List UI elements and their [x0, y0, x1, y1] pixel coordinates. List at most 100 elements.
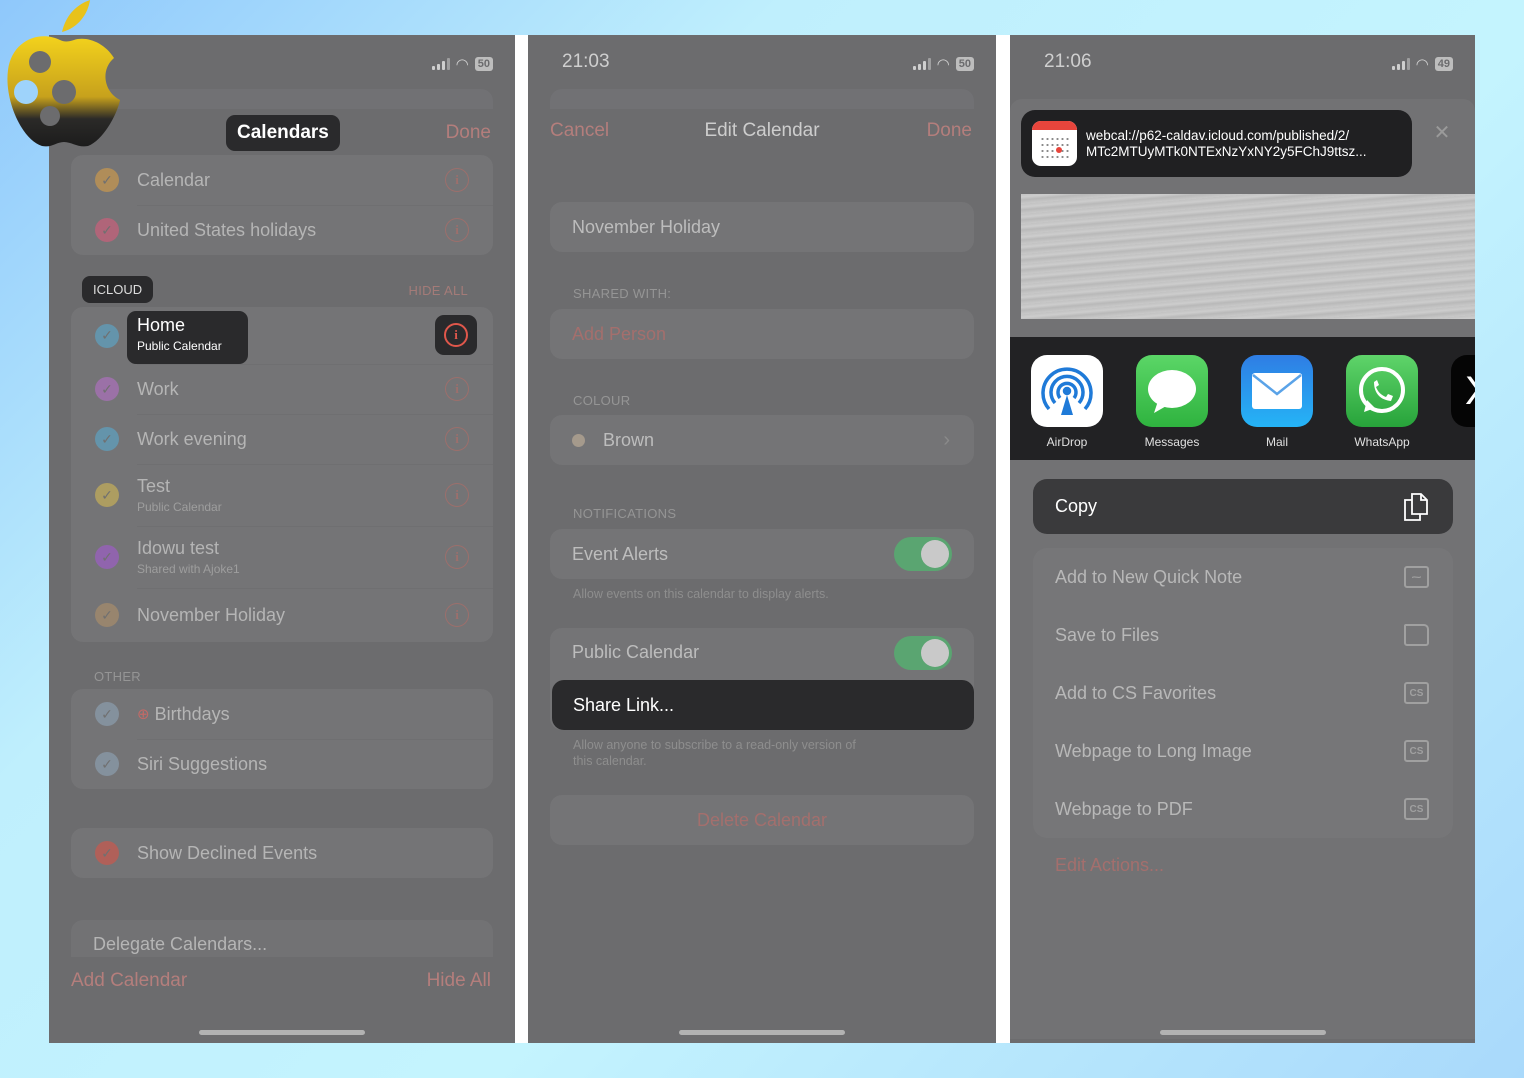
cellular-signal-icon: [912, 58, 931, 70]
icloud-section-header: ICLOUD: [82, 276, 154, 303]
checkmark-icon[interactable]: ✓: [95, 377, 119, 401]
wifi-icon: ◠: [455, 56, 469, 73]
calendars-screen: :03 ◠ 50 Calendars Done ✓ Calendar i ✓ U…: [49, 35, 515, 1043]
share-app-mail[interactable]: Mail: [1241, 355, 1313, 449]
add-calendar-button[interactable]: Add Calendar: [71, 970, 187, 992]
share-link-button[interactable]: Share Link...: [552, 680, 974, 730]
quick-note-icon: ⁓: [1404, 566, 1429, 588]
hint-line: Allow anyone to subscribe to a read-only…: [573, 738, 856, 752]
colour-header: COLOUR: [573, 393, 631, 408]
colour-swatch: [572, 433, 585, 447]
declined-events-group: ✓ Show Declined Events: [71, 828, 493, 878]
calendar-label: Idowu test: [137, 538, 220, 558]
home-indicator: [199, 1030, 365, 1035]
chevron-right-icon: ›: [943, 428, 950, 451]
battery-icon: 50: [955, 57, 974, 71]
shared-url-card: webcal://p62-caldav.icloud.com/published…: [1021, 110, 1412, 177]
sheet-backdrop: [550, 89, 974, 109]
share-sheet-screen: 21:06 ◠ 49 webcal://p62-caldav.icloud.co…: [1010, 35, 1475, 1043]
colour-row[interactable]: Brown ›: [550, 415, 974, 465]
checkmark-icon[interactable]: ✓: [95, 702, 119, 726]
calendar-label: Test: [137, 476, 171, 496]
checkmark-icon[interactable]: ✓: [95, 218, 119, 242]
checkmark-icon[interactable]: ✓: [95, 483, 119, 507]
action-label: Save to Files: [1055, 624, 1160, 645]
action-label: Webpage to PDF: [1055, 798, 1193, 819]
action-label: Add to New Quick Note: [1055, 566, 1243, 587]
add-person-button[interactable]: Add Person: [550, 309, 974, 359]
whatsapp-icon: [1346, 355, 1418, 427]
edit-calendar-screen: 21:03 ◠ 50 Cancel Edit Calendar Done Nov…: [528, 35, 996, 1043]
home-indicator: [679, 1030, 845, 1035]
home-calendar-highlight[interactable]: Home Public Calendar: [127, 311, 248, 364]
share-app-airdrop[interactable]: AirDrop: [1031, 355, 1103, 449]
colour-value: Brown: [603, 429, 655, 450]
hide-all-button[interactable]: Hide All: [427, 970, 491, 992]
calendar-name-input[interactable]: November Holiday: [550, 202, 974, 252]
status-time: 21:03: [562, 51, 610, 72]
hint-line: this calendar.: [573, 754, 647, 768]
checkmark-icon[interactable]: ✓: [95, 841, 119, 865]
show-declined-events-row[interactable]: ✓ Show Declined Events: [71, 828, 493, 878]
home-indicator: [1159, 1030, 1326, 1035]
delete-calendar-button[interactable]: Delete Calendar: [550, 795, 974, 845]
calendar-row[interactable]: ✓ Calendar i: [71, 155, 493, 205]
public-calendar-label: Public Calendar: [572, 642, 700, 662]
notifications-header: NOTIFICATIONS: [573, 506, 677, 521]
battery-icon: 49: [1434, 57, 1453, 71]
checkmark-icon[interactable]: ✓: [95, 603, 119, 627]
calendar-row[interactable]: ✓ United States holidays i: [71, 205, 493, 255]
checkmark-icon[interactable]: ✓: [95, 752, 119, 776]
top-calendars-group: ✓ Calendar i ✓ United States holidays i: [71, 155, 493, 255]
checkmark-icon[interactable]: ✓: [95, 323, 119, 348]
home-info-button[interactable]: i: [435, 315, 477, 355]
checkmark-icon[interactable]: ✓: [95, 545, 119, 569]
action-row[interactable]: Webpage to Long Image CS: [1033, 722, 1453, 780]
share-apps-row: AirDrop Messages Mail WhatsApp X: [1010, 337, 1475, 460]
cellular-signal-icon: [431, 58, 450, 70]
info-icon[interactable]: i: [445, 218, 469, 242]
delegate-calendars-button[interactable]: Delegate Calendars...: [71, 920, 493, 955]
close-button[interactable]: ✕: [1426, 116, 1458, 148]
calendar-row[interactable]: ✓ Work i: [71, 364, 493, 414]
event-alerts-label: Event Alerts: [572, 543, 669, 564]
event-alerts-toggle[interactable]: [894, 537, 952, 571]
action-row[interactable]: Save to Files: [1033, 606, 1453, 664]
info-icon[interactable]: i: [445, 483, 469, 507]
checkmark-icon[interactable]: ✓: [95, 168, 119, 192]
checkmark-icon[interactable]: ✓: [95, 427, 119, 451]
copy-button[interactable]: Copy: [1033, 479, 1453, 534]
calendar-sublabel: Shared with Ajoke1: [137, 562, 240, 576]
info-icon[interactable]: i: [445, 168, 469, 192]
app-label: AirDrop: [1046, 435, 1088, 449]
done-button[interactable]: Done: [446, 122, 491, 144]
actions-list: Add to New Quick Note ⁓ Save to Files Add…: [1033, 548, 1453, 838]
calendar-row[interactable]: ✓ Work evening i: [71, 414, 493, 464]
calendar-row[interactable]: ✓ November Holiday i: [71, 588, 493, 642]
info-icon[interactable]: i: [445, 545, 469, 569]
cs-icon: CS: [1404, 740, 1429, 762]
action-row[interactable]: Add to New Quick Note ⁓: [1033, 548, 1453, 606]
event-alerts-row: Event Alerts: [550, 529, 974, 579]
cellular-signal-icon: [1391, 58, 1410, 70]
edit-actions-button[interactable]: Edit Actions...: [1055, 855, 1164, 876]
calendar-label: Work evening: [137, 428, 247, 449]
calendar-row[interactable]: ✓ Test Public Calendar i: [71, 464, 493, 526]
info-icon[interactable]: i: [445, 427, 469, 451]
share-app-whatsapp[interactable]: WhatsApp: [1346, 355, 1418, 449]
folder-icon: [1404, 624, 1429, 646]
calendar-row[interactable]: ✓ Idowu test Shared with Ajoke1 i: [71, 526, 493, 588]
done-button[interactable]: Done: [927, 120, 972, 142]
app-label: Mail: [1265, 435, 1288, 449]
calendar-row[interactable]: ✓ ⊕ Birthdays: [71, 689, 493, 739]
calendar-row[interactable]: ✓ Siri Suggestions: [71, 739, 493, 789]
info-icon[interactable]: i: [445, 377, 469, 401]
share-app-messages[interactable]: Messages: [1136, 355, 1208, 449]
hide-all-icloud-button[interactable]: HIDE ALL: [409, 283, 468, 298]
action-row[interactable]: Add to CS Favorites CS: [1033, 664, 1453, 722]
info-icon[interactable]: i: [445, 603, 469, 627]
action-row[interactable]: Webpage to PDF CS: [1033, 780, 1453, 838]
public-calendar-toggle[interactable]: [894, 636, 952, 670]
site-logo-icon: [7, 0, 121, 147]
x-app-icon[interactable]: X: [1451, 355, 1475, 427]
